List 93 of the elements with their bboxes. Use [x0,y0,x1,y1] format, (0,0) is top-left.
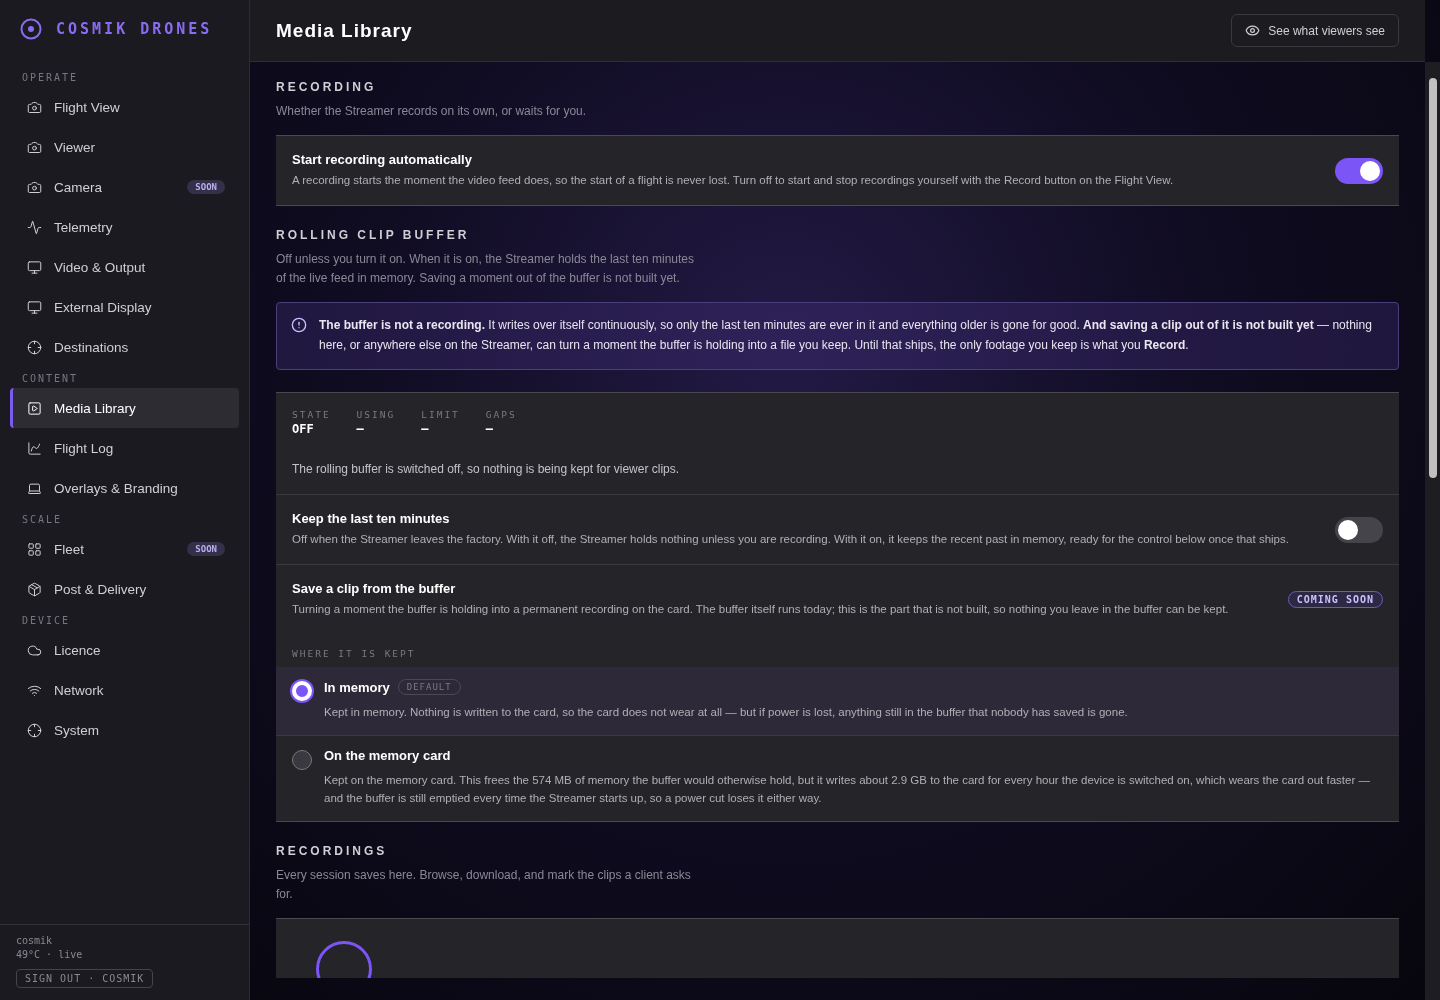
section-heading: RECORDING [276,80,378,94]
nav-label: Destinations [54,339,130,355]
toggle-switch[interactable] [1335,157,1383,184]
viewer-preview-button[interactable]: See what viewers see [1231,14,1399,47]
nav-item[interactable]: Overlays & Branding [10,468,239,508]
wifi-icon [27,682,42,698]
scrollbar[interactable] [1428,78,1437,478]
sign-out-button[interactable]: SIGN OUT · COSMIK [16,969,154,988]
chart-icon [27,440,42,456]
grid-icon [27,541,42,557]
radio-button[interactable] [292,750,312,770]
stat-label: USING [356,409,396,420]
nav-item[interactable]: Video & Output [10,247,239,287]
stat-value: — [485,422,495,436]
storage-option[interactable]: In memory DEFAULT Kept in memory. Nothing is written to the card, so the card does not wear at all — but if power is lost, anything still in the buffer that nobody has saved is gone. [276,667,1399,736]
section-description: Off unless you turn it on. When it is on, the Streamer holds the last ten minutes of the live feed in memory. Saving a moment out of the buffer is not built yet. [276,251,695,287]
option-description: Kept in memory. Nothing is written to the card, so the card does not wear at all — but if power is lost, anything still in the buffer that nobody has saved is gone. [324,705,1128,720]
logo-icon [20,18,42,40]
nav-item[interactable]: Media Library [10,388,239,428]
nav-item[interactable]: Camera SOON [10,167,239,207]
stat-label: GAPS [485,409,517,420]
nav-item[interactable]: Flight View [10,87,239,127]
nav-item[interactable]: External Display [10,287,239,327]
nav-label: Flight Log [54,440,115,456]
coming-soon-badge: COMING SOON [1287,591,1383,608]
nav-item[interactable]: Telemetry [10,207,239,247]
nav-label: Licence [54,642,102,658]
stat-value: OFF [292,422,315,436]
option-group-label: WHERE IT IS KEPT [291,647,417,661]
eye-icon [1245,23,1261,38]
setting-title: Save a clip from the buffer [292,581,457,596]
section-title: OPERATE [21,72,80,83]
nav-label: Video & Output [54,259,147,275]
nav-item[interactable]: Network [10,670,239,710]
nav-item[interactable]: Destinations [10,327,239,367]
nav-item[interactable]: Fleet SOON [10,529,239,569]
laptop-icon [27,480,42,496]
setting-description: Off when the Streamer leaves the factory. With it off, the Streamer holds nothing unless you are recording. With it on, it keeps the recent past in memory, ready for the control below once that ships. [292,532,1290,547]
nav-label: Telemetry [54,219,114,235]
setting-title: Keep the last ten minutes [292,511,451,526]
nav-label: Network [54,682,105,698]
nav-label: Media Library [54,400,137,416]
nav-item[interactable]: Flight Log [10,428,239,468]
user-name: cosmik [16,935,53,946]
section-title: CONTENT [21,373,80,384]
notice-text: The buffer is not a recording. It writes over itself continuously, so only the last ten minutes are ever in it and everything older is gone for good. And saving a clip out of it is not built yet — nothing here, or anywhere else on the Streamer, can turn a moment the buffer is holding into a file you keep. Until that ships, the only footage you keep is what you Record. [319,317,1373,354]
nav-label: Viewer [54,139,97,155]
device-status: 49°C · live [16,949,83,960]
section-title: DEVICE [21,615,72,626]
stat-value: — [421,422,430,436]
soon-badge: SOON [187,542,225,556]
nav-label: Overlays & Branding [54,480,179,496]
page-title: Media Library [276,19,413,42]
stat-value: — [356,422,365,436]
crosshair-icon [27,339,42,355]
nav-item[interactable]: Licence [10,630,239,670]
option-title: In memory [324,679,390,695]
setting-description: Turning a moment the buffer is holding into a permanent recording on the card. The buffer itself runs today; this is the part that is not built, so nothing you leave in the buffer can be kept. [292,602,1230,617]
section-title: SCALE [21,514,64,525]
nav-item[interactable]: Post & Delivery [10,569,239,609]
nav-label: Flight View [54,99,121,115]
crosshair-icon [27,722,42,738]
nav-item[interactable]: Viewer [10,127,239,167]
stat-label: STATE [292,409,331,420]
alert-icon [291,317,307,333]
nav-label: Fleet [54,541,85,557]
play-icon [27,400,42,416]
setting-title: Start recording automatically [292,152,473,167]
camera-icon [27,99,42,115]
box-icon [27,581,42,597]
nav-item[interactable]: System [10,710,239,750]
buffer-status: The rolling buffer is switched off, so nothing is being kept for viewer clips. [291,461,681,478]
nav-label: External Display [54,299,153,315]
nav-label: System [54,722,100,738]
soon-badge: SOON [187,180,225,194]
option-description: Kept on the memory card. This frees the 574 MB of memory the buffer would otherwise hold, but it writes about 2.9 GB to the card for every hour the device is switched on, which wears the card out faster — and the buffer is still emptied every time the Streamer starts up, so a power cut loses it either way. [324,773,1371,806]
nav-label: Post & Delivery [54,581,148,597]
monitor-icon [27,299,42,315]
section-description: Every session saves here. Browse, download, and mark the clips a client asks for. [276,867,692,903]
stat-label: LIMIT [421,409,460,420]
camera-icon [27,179,42,195]
nav-label: Camera [54,179,103,195]
section-description: Whether the Streamer records on its own, or waits for you. [276,103,588,120]
monitor-icon [27,259,42,275]
setting-description: A recording starts the moment the video feed does, so the start of a flight is never lost. Turn off to start and stop recordings yourself with the Record button on the Flight View. [292,173,1175,188]
toggle-switch[interactable] [1335,516,1383,543]
camera-icon [27,139,42,155]
option-title: On the memory card [324,748,451,763]
pulse-icon [27,219,42,235]
brand-name: COSMIK DRONES [56,20,213,38]
section-heading: RECORDINGS [276,844,389,858]
section-heading: ROLLING CLIP BUFFER [276,228,471,242]
cloud-icon [27,642,42,658]
